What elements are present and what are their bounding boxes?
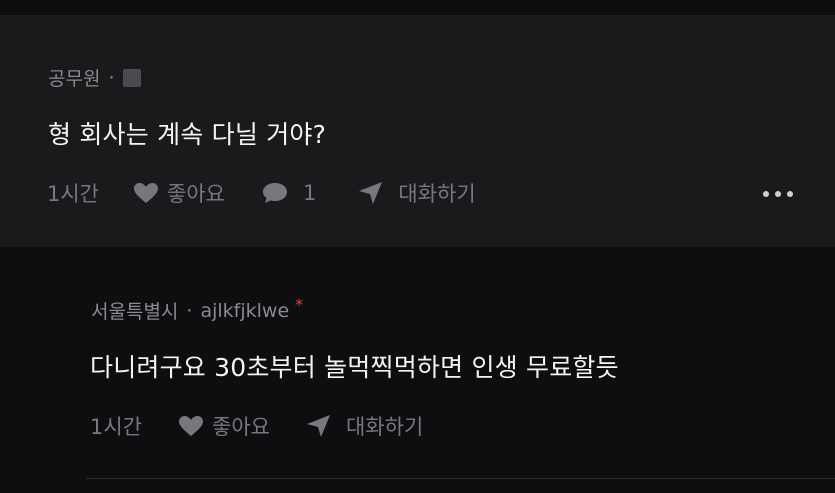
more-dot: [775, 191, 781, 197]
like-button[interactable]: 좋아요: [133, 178, 225, 208]
send-icon: [306, 415, 330, 437]
meta-separator: ·: [186, 299, 193, 322]
reply-meta: 서울특별시 · ajlkfjklwe *: [91, 295, 304, 324]
reply-actions: 1시간 좋아요 대화하기: [90, 411, 423, 441]
like-label: 좋아요: [167, 182, 225, 206]
chat-label: 대화하기: [398, 182, 476, 206]
more-options-icon[interactable]: [763, 191, 793, 197]
meta-separator: ·: [108, 66, 115, 89]
comment-card: 공무원 · 형 회사는 계속 다닐 거야? 1시간 좋아요 1 대화하기: [0, 16, 835, 247]
reply-username[interactable]: ajlkfjklwe: [200, 300, 289, 322]
chat-button[interactable]: 대화하기: [358, 178, 476, 208]
author-badge-icon: [122, 68, 141, 87]
reply-location: 서울특별시: [91, 301, 179, 323]
like-label: 좋아요: [212, 415, 270, 439]
reply-text: 다니려구요 30초부터 놀먹찍먹하면 인생 무료할듯: [90, 353, 619, 382]
more-dot: [787, 191, 793, 197]
send-icon: [359, 182, 383, 204]
speech-bubble-icon: [262, 183, 287, 203]
heart-icon: [134, 183, 159, 203]
reply-count: 1: [302, 181, 317, 205]
heart-icon: [179, 416, 204, 436]
comment-text: 형 회사는 계속 다닐 거야?: [48, 120, 327, 149]
like-button[interactable]: 좋아요: [178, 411, 270, 441]
comment-author[interactable]: 공무원: [48, 64, 100, 91]
reply-card: 서울특별시 · ajlkfjklwe * 다니려구요 30초부터 놀먹찍먹하면 …: [0, 247, 835, 493]
chat-label: 대화하기: [345, 415, 424, 439]
reply-divider: [86, 478, 835, 479]
reply-count-button[interactable]: 1: [261, 181, 316, 205]
chat-button[interactable]: 대화하기: [306, 411, 423, 441]
more-dot: [763, 191, 769, 197]
author-mark: *: [295, 295, 304, 314]
comment-time: 1시간: [47, 182, 100, 206]
comment-actions: 1시간 좋아요 1 대화하기: [47, 178, 476, 208]
reply-time: 1시간: [90, 415, 143, 439]
comment-meta: 공무원 ·: [48, 64, 141, 91]
